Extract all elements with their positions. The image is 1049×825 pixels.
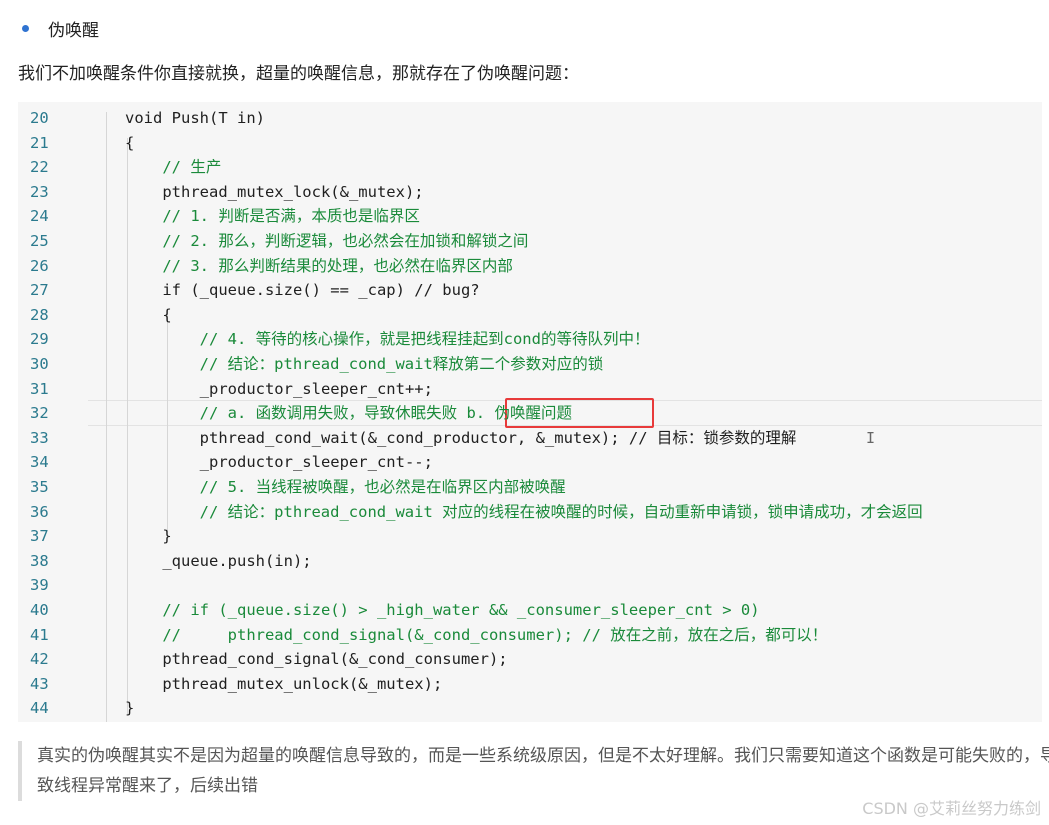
code-text: // 4. 等待的核心操作，就是把线程挂起到cond的等待队列中！ <box>125 330 650 349</box>
intro-paragraph: 我们不加唤醒条件你直接就换，超量的唤醒信息，那就存在了伪唤醒问题： <box>18 64 579 84</box>
line-number: 39 <box>30 576 49 595</box>
line-number: 40 <box>30 601 49 619</box>
line-number: 22 <box>30 158 49 177</box>
line-number: 38 <box>30 551 49 570</box>
code-line: 26 // 3. 那么判断结果的处理，也必然在临界区内部 <box>18 254 1042 279</box>
code-line: 39 <box>18 573 1042 598</box>
code-line: 43 pthread_mutex_unlock(&_mutex); <box>18 672 1042 697</box>
line-number: 41 <box>30 625 49 644</box>
code-line: 20 void Push(T in) <box>18 106 1042 131</box>
code-line: 22 // 生产 <box>18 155 1042 180</box>
code-line: 33 pthread_cond_wait(&_cond_productor, &… <box>18 426 1042 451</box>
code-text: } <box>125 699 135 718</box>
code-line: 28 { <box>18 303 1042 328</box>
code-line: 31 _productor_sleeper_cnt++; <box>18 377 1042 402</box>
code-text: // 3. 那么判断结果的处理，也必然在临界区内部 <box>125 256 513 275</box>
bullet-text: 伪唤醒 <box>48 20 99 41</box>
line-number: 37 <box>30 527 49 546</box>
code-text: pthread_cond_signal(&_cond_consumer); <box>125 650 508 669</box>
code-screenshot: I 20 void Push(T in) 21{22 // 生产 23 pthread… <box>18 102 1042 722</box>
line-number: 29 <box>30 330 49 349</box>
code-line: 38 _queue.push(in); <box>18 549 1042 574</box>
line-number: 30 <box>30 355 49 373</box>
line-number: 28 <box>30 305 49 324</box>
line-number: 26 <box>30 256 49 275</box>
code-text: void Push(T in) <box>125 109 265 127</box>
line-number: 36 <box>30 502 49 521</box>
line-number: 25 <box>30 232 49 250</box>
code-text: _productor_sleeper_cnt--; <box>125 453 433 472</box>
code-text: // if (_queue.size() > _high_water && _c… <box>125 601 760 619</box>
line-number: 31 <box>30 379 49 398</box>
bullet-dot-icon <box>22 24 29 32</box>
code-line: 36 // 结论：pthread_cond_wait 对应的线程在被唤醒的时候，… <box>18 500 1042 525</box>
code-text: } <box>125 527 172 546</box>
code-line: 29 // 4. 等待的核心操作，就是把线程挂起到cond的等待队列中！ <box>18 327 1042 352</box>
code-text: if (_queue.size() == _cap) // bug? <box>125 281 480 300</box>
blockquote: 真实的伪唤醒其实不是因为超量的唤醒信息导致的，而是一些系统级原因，但是不太好理解… <box>18 741 1049 801</box>
code-text: pthread_mutex_lock(&_mutex); <box>125 182 424 201</box>
line-number: 24 <box>30 207 49 226</box>
code-line: 41 // pthread_cond_signal(&_cond_consume… <box>18 623 1042 648</box>
code-line: 23 pthread_mutex_lock(&_mutex); <box>18 180 1042 205</box>
code-text: { <box>125 133 135 152</box>
line-number: 33 <box>30 428 49 447</box>
watermark: CSDN @艾莉丝努力练剑 <box>862 799 1041 818</box>
code-text: pthread_cond_wait(&_cond_productor, &_mu… <box>125 428 797 447</box>
code-text: { <box>125 305 172 324</box>
line-number: 35 <box>30 478 49 496</box>
code-line: 40 // if (_queue.size() > _high_water &&… <box>18 598 1042 623</box>
code-text: // 结论：pthread_cond_wait释放第二个参数对应的锁 <box>125 355 604 373</box>
line-number: 34 <box>30 453 49 472</box>
code-text: // pthread_cond_signal(&_cond_consumer);… <box>125 625 828 644</box>
code-text: // 5. 当线程被唤醒，也必然是在临界区内部被唤醒 <box>125 478 566 496</box>
code-text: _productor_sleeper_cnt++; <box>125 379 433 398</box>
line-number: 42 <box>30 650 49 669</box>
code-line: 34 _productor_sleeper_cnt--; <box>18 450 1042 475</box>
code-line: 37 } <box>18 524 1042 549</box>
code-line: 21 { <box>18 131 1042 156</box>
code-line: 44} <box>18 696 1042 721</box>
code-text: // 1. 判断是否满，本质也是临界区 <box>125 207 420 226</box>
line-number: 20 <box>30 109 49 127</box>
line-number: 43 <box>30 674 49 693</box>
code-text: // 2. 那么，判断逻辑，也必然会在加锁和解锁之间 <box>125 232 529 250</box>
code-text: _queue.push(in); <box>125 551 312 570</box>
code-line: 27 if (_queue.size() == _cap) // bug? <box>18 278 1042 303</box>
code-line: 32 // a. 函数调用失败，导致休眠失败 b. 伪唤醒问题 <box>18 401 1042 426</box>
code-line: 35 // 5. 当线程被唤醒，也必然是在临界区内部被唤醒 <box>18 475 1042 500</box>
code-line: 24 // 1. 判断是否满，本质也是临界区 <box>18 204 1042 229</box>
code-text: // a. 函数调用失败，导致休眠失败 b. 伪唤醒问题 <box>125 404 572 423</box>
code-text: // 生产 <box>125 158 222 177</box>
code-text: pthread_mutex_unlock(&_mutex); <box>125 674 443 693</box>
line-number: 32 <box>30 404 49 423</box>
code-text: // 结论：pthread_cond_wait 对应的线程在被唤醒的时候，自动重… <box>125 502 923 521</box>
bullet-item: 伪唤醒 <box>18 14 99 42</box>
line-number: 23 <box>30 182 49 201</box>
line-number: 44 <box>30 699 49 718</box>
line-number: 27 <box>30 281 49 300</box>
code-line: 30 // 结论：pthread_cond_wait释放第二个参数对应的锁 <box>18 352 1042 377</box>
code-line: 42 pthread_cond_signal(&_cond_consumer); <box>18 647 1042 672</box>
line-number: 21 <box>30 133 49 152</box>
code-line: 25 // 2. 那么，判断逻辑，也必然会在加锁和解锁之间 <box>18 229 1042 254</box>
